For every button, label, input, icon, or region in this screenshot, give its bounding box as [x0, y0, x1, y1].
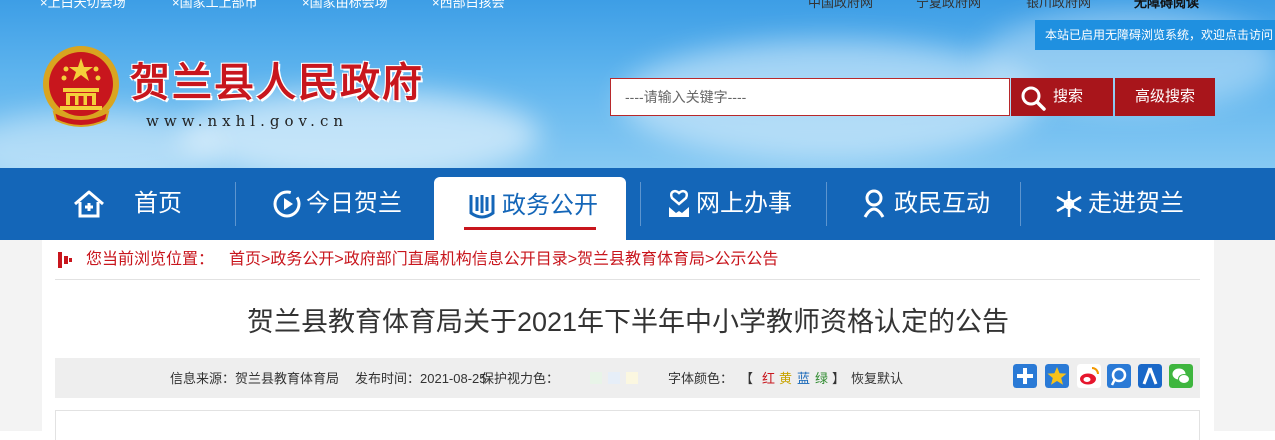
nav-label: 网上办事	[696, 190, 792, 217]
top-link[interactable]: ×西部白孩会	[432, 0, 505, 11]
publish-date: 发布时间：2021-08-25	[355, 371, 487, 386]
wechat-icon[interactable]	[1169, 364, 1193, 388]
nav-label: 政务公开	[502, 192, 598, 219]
eye-protect-swatch[interactable]	[626, 372, 638, 384]
location-icon	[58, 252, 72, 268]
search-icon	[1021, 86, 1046, 111]
breadcrumb-label: 您当前浏览位置：	[86, 251, 215, 268]
handshake-icon	[669, 189, 689, 217]
tencent-weibo-icon[interactable]	[1107, 364, 1131, 388]
nav-item-online-services[interactable]: 网上办事	[666, 168, 806, 240]
font-color-yellow[interactable]: 黄	[779, 370, 792, 388]
search-button[interactable]: 搜索	[1011, 78, 1113, 116]
nav-divider	[640, 182, 641, 226]
accessibility-link[interactable]: 无障碍阅读	[1134, 0, 1199, 11]
nav-label: 政民互动	[894, 190, 990, 217]
nav-divider	[1020, 182, 1021, 226]
nav-label: 今日贺兰	[306, 190, 402, 217]
add-share-icon[interactable]	[1013, 364, 1037, 388]
site-title[interactable]: 贺兰县人民政府	[130, 50, 424, 108]
weibo-icon[interactable]	[1077, 364, 1101, 388]
top-link[interactable]: ×国家由标会场	[302, 0, 388, 11]
bracket-open: 【	[740, 371, 754, 386]
font-color-red[interactable]: 红	[762, 370, 775, 388]
font-color-label: 字体颜色：	[668, 371, 734, 386]
snowflake-icon	[1056, 191, 1082, 217]
qzone-icon[interactable]	[1045, 364, 1069, 388]
advanced-search-button[interactable]: 高级搜索	[1115, 78, 1215, 116]
home-icon	[74, 190, 104, 218]
link-china-gov[interactable]: 中国政府网	[808, 0, 873, 11]
article-body	[55, 410, 1200, 440]
active-tab-underline	[464, 227, 596, 230]
reset-default-link[interactable]: 恢复默认	[851, 370, 903, 388]
person-icon	[863, 189, 885, 218]
nav-item-discover-helan[interactable]: 走进贺兰	[1054, 168, 1204, 240]
eye-protect-swatch[interactable]	[590, 372, 602, 384]
open-book-icon	[469, 195, 495, 219]
nav-item-today-helan[interactable]: 今日贺兰	[272, 168, 412, 240]
nav-item-government-affairs[interactable]: 政务公开	[434, 177, 626, 240]
bracket-close: 】	[832, 371, 846, 386]
play-circle-icon	[273, 190, 301, 218]
top-link[interactable]: ×国家工上部币	[172, 0, 258, 11]
nav-item-home[interactable]: 首页	[72, 168, 212, 240]
link-yinchuan-gov[interactable]: 银川政府网	[1026, 0, 1091, 11]
national-emblem-icon	[43, 46, 119, 127]
nav-divider	[235, 182, 236, 226]
search-input[interactable]: ----请输入关键字----	[610, 78, 1010, 116]
top-link[interactable]: ×上白天切会场	[40, 0, 126, 11]
nav-item-public-interaction[interactable]: 政民互动	[862, 168, 1002, 240]
renren-icon[interactable]	[1138, 364, 1162, 388]
nav-divider	[826, 182, 827, 226]
divider	[55, 279, 1200, 280]
header-banner: ×上白天切会场 ×国家工上部币 ×国家由标会场 ×西部白孩会 中国政府网 宁夏政…	[0, 0, 1275, 168]
info-source: 信息来源：贺兰县教育体育局	[170, 371, 340, 386]
article-title: 贺兰县教育体育局关于2021年下半年中小学教师资格认定的公告	[246, 307, 1010, 337]
breadcrumb-path[interactable]: 首页>政务公开>政府部门直属机构信息公开目录>贺兰县教育体育局>公示公告	[229, 250, 778, 270]
eye-protect-label: 保护视力色：	[481, 371, 560, 386]
eye-protect-swatch[interactable]	[608, 372, 620, 384]
nav-label: 走进贺兰	[1088, 190, 1184, 217]
nav-label: 首页	[134, 190, 182, 217]
accessibility-notice[interactable]: 本站已启用无障碍浏览系统，欢迎点击访问	[1035, 20, 1275, 50]
link-ningxia-gov[interactable]: 宁夏政府网	[916, 0, 981, 11]
font-color-blue[interactable]: 蓝	[797, 370, 810, 388]
site-url: www.nxhl.gov.cn	[146, 112, 349, 130]
font-color-green[interactable]: 绿	[815, 370, 828, 388]
search-button-label: 搜索	[1053, 88, 1084, 105]
